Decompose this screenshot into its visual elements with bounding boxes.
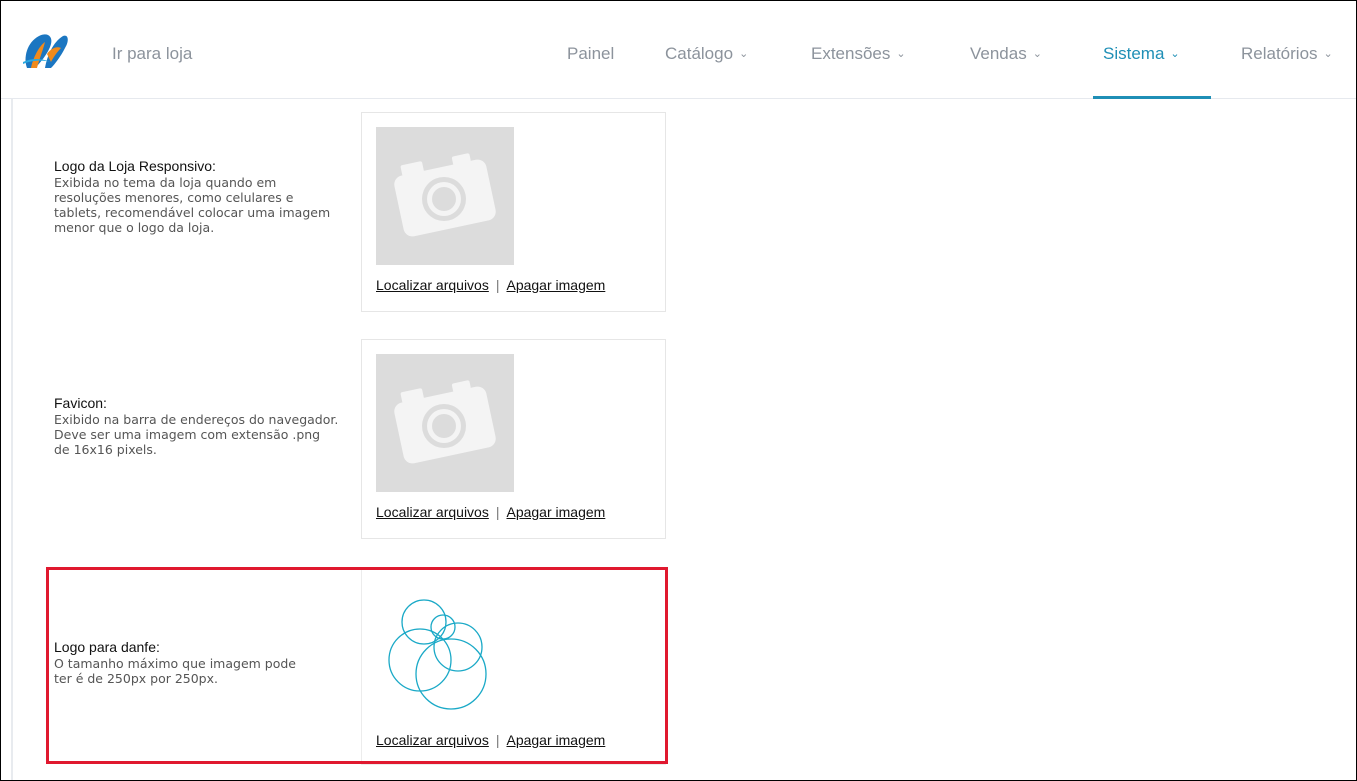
page-frame: Ir para loja Painel Catálogo ⌄ Extensões ⌄… [0, 0, 1357, 781]
chevron-down-icon: ⌄ [896, 48, 906, 60]
image-thumbnail[interactable] [376, 582, 514, 720]
separator: | [495, 732, 500, 748]
nav-painel-label: Painel [567, 44, 615, 63]
setting-help: Exibido na barra de endereços do navegad… [54, 412, 339, 457]
delete-image-link[interactable]: Apagar imagem [506, 504, 605, 520]
find-files-link[interactable]: Localizar arquivos [376, 504, 489, 520]
camera-placeholder-icon [394, 153, 496, 237]
image-card-favicon: Localizar arquivos | Apagar imagem [361, 339, 666, 539]
nav-relatorios-label: Relatórios [1241, 44, 1318, 63]
nav-catalogo-label: Catálogo [665, 44, 734, 63]
go-to-store-link[interactable]: Ir para loja [112, 44, 192, 64]
nav-sistema-label: Sistema [1103, 44, 1165, 63]
nav-vendas[interactable]: Vendas ⌄ [970, 44, 1042, 64]
nav-extensoes-label: Extensões [811, 44, 891, 63]
circles-logo-image [388, 599, 487, 710]
nav-sistema[interactable]: Sistema ⌄ [1103, 44, 1180, 64]
setting-title: Favicon: [54, 395, 107, 411]
setting-help: O tamanho máximo que imagem pode ter é d… [54, 656, 296, 686]
chevron-down-icon: ⌄ [739, 48, 749, 60]
nav-catalogo[interactable]: Catálogo ⌄ [665, 44, 748, 64]
brand-logo[interactable] [21, 32, 69, 70]
nav-extensoes[interactable]: Extensões ⌄ [811, 44, 906, 64]
delete-image-link[interactable]: Apagar imagem [506, 732, 605, 748]
setting-title: Logo para danfe: [54, 639, 160, 655]
image-actions: Localizar arquivos | Apagar imagem [376, 732, 605, 748]
chevron-down-icon: ⌄ [1170, 48, 1180, 60]
nav-vendas-label: Vendas [970, 44, 1027, 63]
image-actions: Localizar arquivos | Apagar imagem [376, 504, 605, 520]
active-tab-indicator [1093, 96, 1211, 99]
setting-title: Logo da Loja Responsivo: [54, 158, 216, 174]
separator: | [495, 277, 500, 293]
image-thumbnail[interactable] [376, 354, 514, 492]
nav-relatorios[interactable]: Relatórios ⌄ [1241, 44, 1333, 64]
nav-painel[interactable]: Painel [567, 44, 614, 64]
image-actions: Localizar arquivos | Apagar imagem [376, 277, 605, 293]
setting-label-responsive-logo: Logo da Loja Responsivo: Exibida no tema… [54, 158, 354, 235]
find-files-link[interactable]: Localizar arquivos [376, 277, 489, 293]
image-card-responsive-logo: Localizar arquivos | Apagar imagem [361, 112, 666, 312]
separator: | [495, 504, 500, 520]
setting-label-danfe-logo: Logo para danfe: O tamanho máximo que im… [54, 639, 354, 686]
left-border-rail [11, 99, 13, 780]
image-card-danfe-logo: Localizar arquivos | Apagar imagem [361, 567, 666, 765]
chevron-down-icon: ⌄ [1032, 48, 1042, 60]
delete-image-link[interactable]: Apagar imagem [506, 277, 605, 293]
find-files-link[interactable]: Localizar arquivos [376, 732, 489, 748]
setting-label-favicon: Favicon: Exibido na barra de endereços d… [54, 395, 354, 457]
top-navbar: Ir para loja Painel Catálogo ⌄ Extensões ⌄… [1, 1, 1356, 99]
chevron-down-icon: ⌄ [1323, 48, 1333, 60]
setting-help: Exibida no tema da loja quando em resolu… [54, 175, 331, 235]
camera-placeholder-icon [394, 380, 496, 464]
image-thumbnail[interactable] [376, 127, 514, 265]
